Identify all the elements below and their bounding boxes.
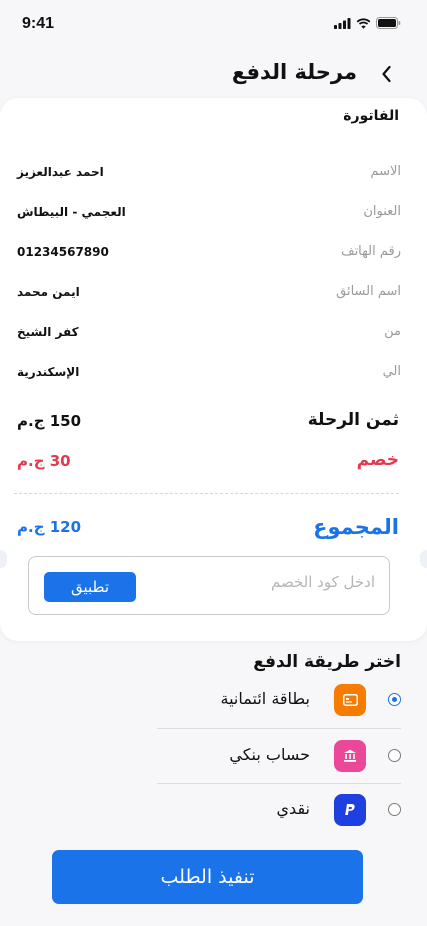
header: مرحلة الدفع	[0, 50, 427, 96]
chevron-right-icon	[382, 65, 391, 83]
credit-card-label: بطاقة ائتمانية	[220, 689, 310, 708]
dashed-divider	[14, 493, 399, 494]
from-label: من	[384, 324, 401, 339]
page-title: مرحلة الدفع	[231, 60, 357, 84]
invoice-title: الفاتورة	[343, 108, 399, 124]
payment-option-credit-card[interactable]: بطاقة ائتمانية	[0, 680, 427, 720]
status-bar: 9:41	[0, 0, 427, 50]
payment-divider	[157, 783, 401, 784]
battery-icon	[376, 17, 401, 29]
payment-option-bank[interactable]: حساب بنكي	[0, 736, 427, 776]
fare-value: 150 ج.م	[17, 412, 82, 430]
radio-cash[interactable]	[388, 803, 401, 816]
back-button[interactable]	[375, 62, 399, 86]
total-label: المجموع	[313, 515, 399, 539]
coupon-input[interactable]	[175, 573, 375, 591]
phone-label: رقم الهاتف	[341, 244, 401, 259]
cash-label: نقدي	[276, 799, 310, 818]
signal-icon	[334, 17, 351, 29]
radio-bank[interactable]	[388, 749, 401, 762]
status-icons	[334, 17, 401, 29]
address-value: العجمي - البيطاش	[17, 205, 126, 219]
status-time: 9:41	[22, 15, 55, 32]
fare-label: ثمن الرحلة	[307, 410, 399, 430]
bank-icon	[334, 740, 366, 772]
coupon-box: تطبيق	[28, 556, 390, 615]
driver-label: اسم السائق	[336, 284, 401, 299]
address-label: العنوان	[363, 204, 401, 219]
bank-label: حساب بنكي	[229, 745, 310, 764]
driver-value: ايمن محمد	[17, 285, 80, 299]
to-label: الي	[382, 364, 401, 379]
payment-divider	[157, 728, 401, 729]
from-value: كفر الشيخ	[17, 325, 79, 339]
radio-credit-card[interactable]	[388, 693, 401, 706]
credit-card-icon	[334, 684, 366, 716]
discount-value: 30 ج.م	[17, 452, 71, 470]
name-value: احمد عبدالعزيز	[17, 165, 104, 179]
card-notch-right	[420, 550, 427, 568]
apply-coupon-button[interactable]: تطبيق	[44, 572, 136, 602]
wifi-icon	[356, 17, 371, 29]
phone-value: 01234567890	[17, 245, 109, 259]
to-value: الإسكندرية	[17, 365, 80, 379]
payment-option-cash[interactable]: نقدي	[0, 790, 427, 830]
discount-label: خصم	[356, 450, 399, 470]
name-label: الاسم	[370, 164, 401, 179]
total-value: 120 ج.م	[17, 518, 82, 536]
payment-method-title: اختر طريقة الدفع	[253, 652, 401, 672]
paypal-icon	[334, 794, 366, 826]
submit-order-button[interactable]: تنفيذ الطلب	[52, 850, 363, 904]
